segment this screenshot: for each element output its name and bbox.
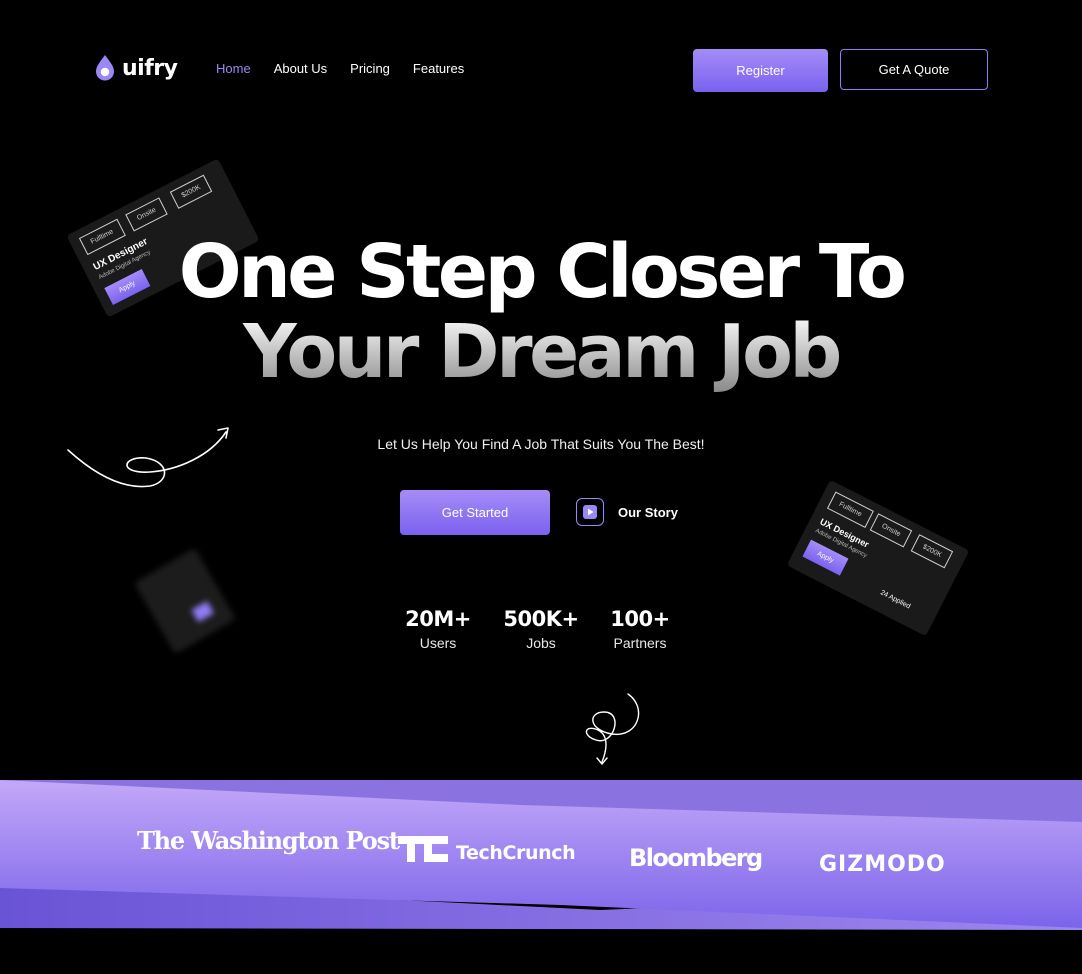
press-logos: The Washington Post TechCrunch Bloomberg… [0,822,1082,882]
get-started-button[interactable]: Get Started [400,490,550,535]
register-button[interactable]: Register [693,49,828,92]
drop-logo-icon [96,55,114,81]
bloomberg-logo: Bloomberg [629,844,763,872]
curly-arrow-left-icon [67,427,229,488]
nav-item-home[interactable]: Home [216,61,251,76]
stat-value: 100+ [610,607,670,631]
our-story-label: Our Story [618,504,678,520]
nav-item-features[interactable]: Features [413,61,464,76]
job-tag: $200K [169,174,213,209]
stat-value: 500K+ [503,607,579,631]
hero-title-line-2: Your Dream Job [0,312,1082,392]
nav-item-about-us[interactable]: About Us [274,61,327,76]
stat-users: 20M+ Users [388,607,488,651]
hero-subtitle: Let Us Help You Find A Job That Suits Yo… [377,436,705,452]
job-tag: Onsite [869,513,913,548]
nav-item-pricing[interactable]: Pricing [350,61,390,76]
gizmodo-logo: GIZMODO [819,852,946,877]
job-tag: $200K [910,534,954,569]
stat-jobs: 500K+ Jobs [491,607,591,651]
main-nav: Home About Us Pricing Features [216,61,464,76]
stat-label: Users [419,635,457,651]
techcrunch-logo: TechCrunch [456,842,576,864]
hero-title-line-1: One Step Closer To [178,229,907,315]
washington-post-logo: The Washington Post [137,826,400,855]
stat-partners: 100+ Partners [590,607,690,651]
techcrunch-mark-icon [398,836,448,862]
job-tag: Onsite [125,197,168,232]
our-story-link[interactable]: Our Story [576,498,678,526]
brand-name: uifry [122,55,178,81]
stat-label: Jobs [526,635,556,651]
stat-value: 20M+ [405,607,471,631]
get-a-quote-button[interactable]: Get A Quote [840,49,988,90]
play-icon [576,498,604,526]
stat-label: Partners [613,635,667,651]
stats-row: 20M+ Users 500K+ Jobs 100+ Partners [0,607,1082,667]
squiggle-arrow-down-icon [585,693,640,765]
brand-logo[interactable]: uifry [94,54,178,82]
